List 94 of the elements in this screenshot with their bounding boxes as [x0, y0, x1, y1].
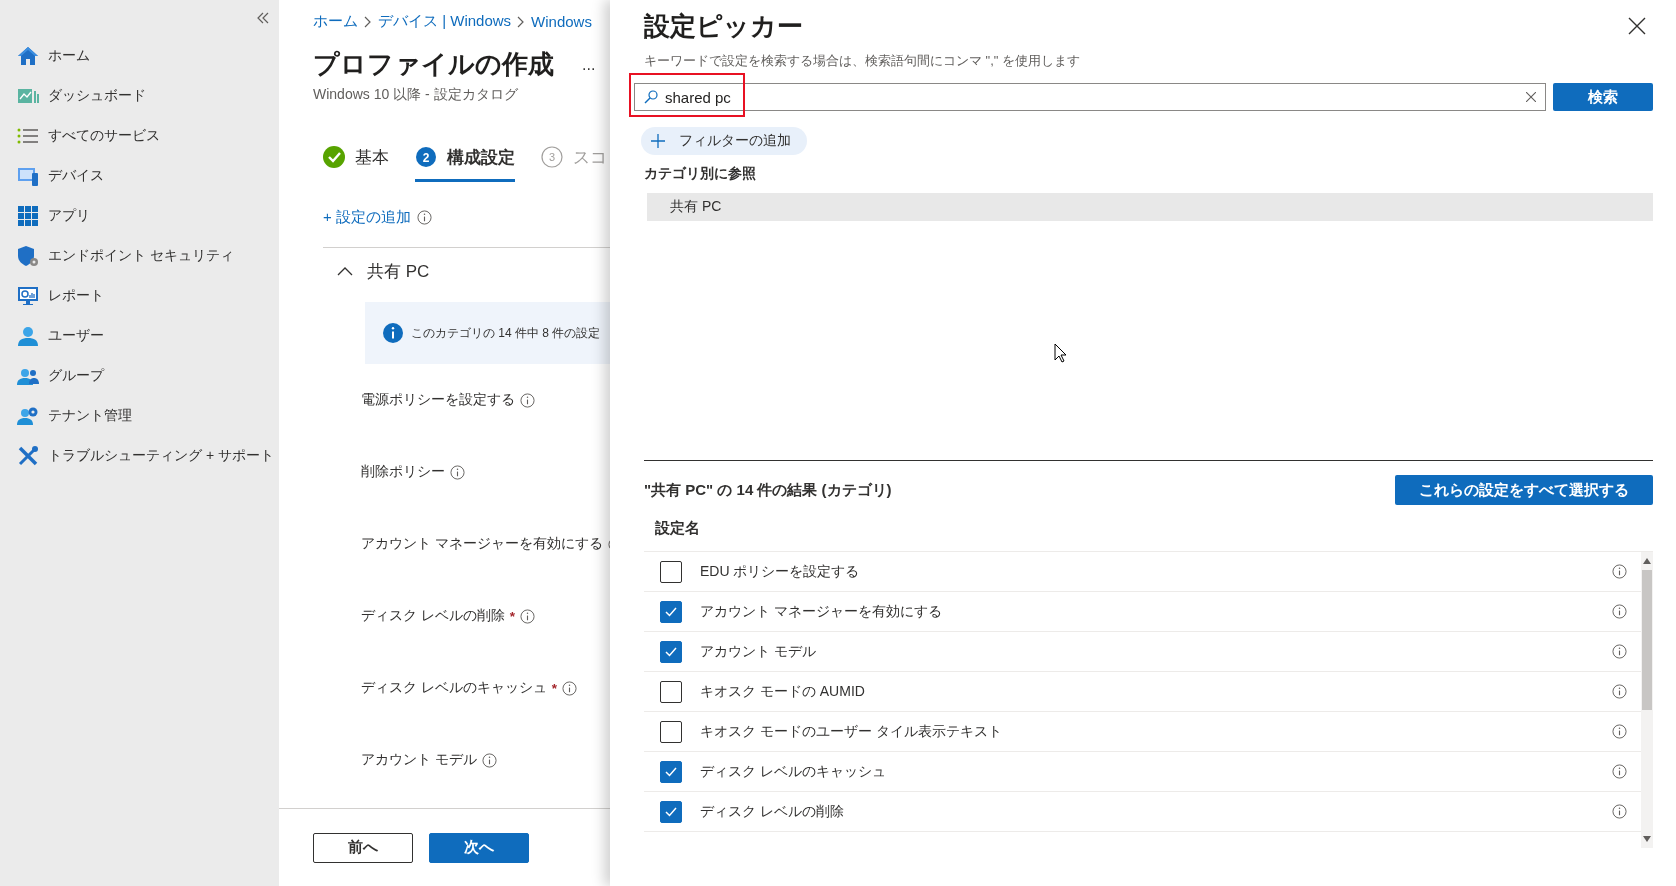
- checkbox[interactable]: [660, 640, 682, 663]
- setting-name: アカウント マネージャーを有効にする: [700, 602, 943, 621]
- chevron-icon: [517, 15, 526, 28]
- setting-name: ディスク レベルの削除: [700, 802, 845, 821]
- nav-label[interactable]: アプリ: [48, 207, 90, 225]
- report-icon: [17, 285, 39, 307]
- info-icon[interactable]: [1612, 804, 1627, 819]
- nav-label[interactable]: テナント管理: [48, 407, 132, 425]
- hint-text: キーワードで設定を検索する場合は、検索語句間にコンマ "," を使用します: [644, 52, 1082, 70]
- checkbox[interactable]: [660, 600, 682, 623]
- home-icon: [17, 45, 39, 67]
- plus-icon: [651, 134, 665, 148]
- checkbox[interactable]: [660, 800, 682, 823]
- nav-label[interactable]: グループ: [48, 367, 104, 385]
- setting-name: EDU ポリシーを設定する: [700, 562, 861, 581]
- info-icon[interactable]: [1612, 604, 1627, 619]
- close-button[interactable]: [1627, 16, 1647, 36]
- step-number: 2: [415, 146, 437, 168]
- info-icon[interactable]: [1612, 564, 1627, 579]
- info-icon[interactable]: [1612, 724, 1627, 739]
- info-text: このカテゴリの 14 件中 8 件の設定: [411, 324, 601, 342]
- setting-name: アカウント モデル: [700, 642, 817, 661]
- grid-icon: [17, 205, 39, 227]
- setting-name: キオスク モードの AUMID: [700, 682, 866, 701]
- select-all-button[interactable]: これらの設定をすべて選択する: [1395, 475, 1653, 505]
- info-icon[interactable]: [416, 210, 432, 225]
- section-label: カテゴリ別に参照: [644, 165, 757, 183]
- nav-label[interactable]: ダッシュボード: [48, 87, 146, 105]
- panel-title: 設定ピッカー: [644, 9, 803, 43]
- checkbox[interactable]: [660, 560, 682, 583]
- required-mark: *: [509, 608, 516, 624]
- breadcrumb-link[interactable]: デバイス | Windows: [378, 12, 512, 31]
- users-gear-icon: [17, 405, 39, 427]
- chevron-icon[interactable]: [337, 266, 353, 276]
- page-subtitle: Windows 10 以降 - 設定カタログ: [313, 86, 519, 104]
- category-item[interactable]: 共有 PC: [647, 193, 1653, 221]
- scrollbar[interactable]: [1641, 552, 1653, 848]
- info-icon: [383, 323, 403, 343]
- nav-label[interactable]: レポート: [48, 287, 104, 305]
- column-header: 設定名: [655, 518, 701, 538]
- nav-label[interactable]: ユーザー: [48, 327, 104, 345]
- info-icon[interactable]: [481, 752, 497, 768]
- check-circle-icon: [323, 146, 345, 168]
- add-setting-link[interactable]: + 設定の追加: [323, 208, 411, 227]
- checkbox[interactable]: [660, 680, 682, 703]
- nav-label[interactable]: すべてのサービス: [48, 127, 160, 145]
- nav-label[interactable]: デバイス: [48, 167, 104, 185]
- shield-icon: [17, 245, 39, 267]
- scroll-up-icon[interactable]: [1643, 558, 1651, 564]
- add-filter-button[interactable]: フィルターの追加: [641, 127, 807, 155]
- setting-label: ディスク レベルのキャッシュ: [361, 679, 547, 697]
- breadcrumb-link[interactable]: ホーム: [313, 12, 358, 31]
- search-button[interactable]: 検索: [1553, 83, 1653, 111]
- setting-label: ディスク レベルの削除: [361, 607, 505, 625]
- required-mark: *: [551, 680, 558, 696]
- breadcrumb-link[interactable]: Windows: [531, 13, 592, 30]
- tools-icon: [17, 445, 39, 467]
- chevron-icon: [364, 15, 372, 28]
- info-icon[interactable]: [520, 608, 536, 624]
- group-title: 共有 PC: [367, 260, 430, 283]
- mouse-pointer-icon: [1054, 343, 1067, 363]
- info-icon[interactable]: [562, 680, 578, 696]
- wizard-step[interactable]: 2 構成設定: [415, 146, 515, 182]
- setting-label: アカウント マネージャーを有効にする: [361, 535, 603, 553]
- info-icon[interactable]: [1612, 764, 1627, 779]
- setting-label: 削除ポリシー: [361, 463, 445, 481]
- setting-label: アカウント モデル: [361, 751, 477, 769]
- step-number: 3: [541, 146, 563, 168]
- info-icon[interactable]: [1612, 684, 1627, 699]
- scroll-down-icon[interactable]: [1643, 836, 1651, 842]
- setting-name: ディスク レベルのキャッシュ: [700, 762, 887, 781]
- nav-label[interactable]: エンドポイント セキュリティ: [48, 247, 234, 265]
- collapse-icon[interactable]: [255, 10, 271, 26]
- setting-label: 電源ポリシーを設定する: [361, 391, 515, 409]
- more-button[interactable]: ...: [582, 55, 596, 74]
- monitor-icon: [17, 165, 39, 187]
- nav-label[interactable]: ホーム: [48, 47, 90, 65]
- setting-name: キオスク モードのユーザー タイル表示テキスト: [700, 722, 1003, 741]
- search-field[interactable]: shared pc: [634, 83, 1546, 111]
- wizard-step[interactable]: 基本: [323, 146, 389, 182]
- checkbox[interactable]: [660, 720, 682, 743]
- nav-label[interactable]: トラブルシューティング + サポート: [48, 447, 274, 465]
- next-button[interactable]: 次へ: [429, 832, 529, 863]
- info-icon[interactable]: [1612, 644, 1627, 659]
- page-title: プロファイルの作成: [313, 48, 554, 81]
- clear-icon[interactable]: [1526, 92, 1536, 102]
- info-icon[interactable]: [450, 464, 465, 480]
- previous-button[interactable]: 前へ: [313, 832, 413, 863]
- results-heading: "共有 PC" の 14 件の結果 (カテゴリ): [644, 480, 892, 500]
- user-icon: [17, 325, 39, 347]
- checkbox[interactable]: [660, 760, 682, 783]
- search-icon: [644, 90, 658, 104]
- scroll-thumb[interactable]: [1642, 570, 1652, 710]
- info-icon[interactable]: [520, 392, 535, 408]
